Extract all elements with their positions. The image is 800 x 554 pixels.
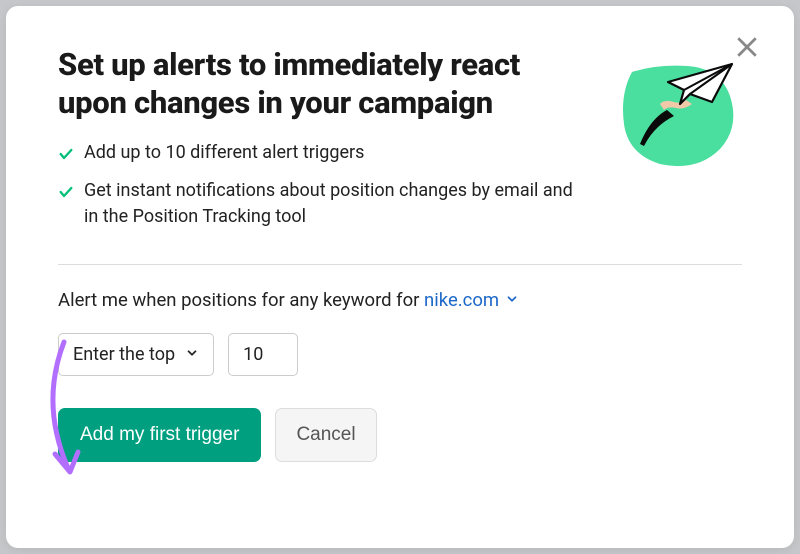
alert-condition-text: Alert me when positions for any keyword … — [58, 289, 742, 311]
modal-title: Set up alerts to immediately react upon … — [58, 46, 578, 122]
checklist-item-text: Get instant notifications about position… — [84, 178, 578, 230]
domain-label: nike.com — [424, 289, 499, 311]
checklist-item: Get instant notifications about position… — [58, 178, 578, 230]
add-trigger-button[interactable]: Add my first trigger — [58, 408, 261, 462]
chevron-down-icon — [185, 344, 199, 365]
checklist-item-text: Add up to 10 different alert triggers — [84, 140, 364, 166]
condition-select[interactable]: Enter the top — [58, 333, 214, 376]
check-icon — [58, 144, 74, 170]
chevron-down-icon — [505, 289, 519, 311]
threshold-value: 10 — [243, 344, 263, 365]
feature-checklist: Add up to 10 different alert triggers Ge… — [58, 140, 578, 230]
cancel-button[interactable]: Cancel — [275, 408, 376, 462]
threshold-input[interactable]: 10 — [228, 333, 298, 376]
checklist-item: Add up to 10 different alert triggers — [58, 140, 578, 170]
domain-dropdown[interactable]: nike.com — [424, 289, 519, 311]
divider — [58, 264, 742, 265]
check-icon — [58, 182, 74, 208]
paper-plane-illustration — [602, 54, 742, 169]
condition-select-label: Enter the top — [73, 344, 175, 365]
alerts-setup-modal: Set up alerts to immediately react upon … — [6, 6, 794, 548]
alert-prefix: Alert me when positions for any keyword … — [58, 289, 419, 311]
close-icon[interactable] — [732, 32, 762, 66]
